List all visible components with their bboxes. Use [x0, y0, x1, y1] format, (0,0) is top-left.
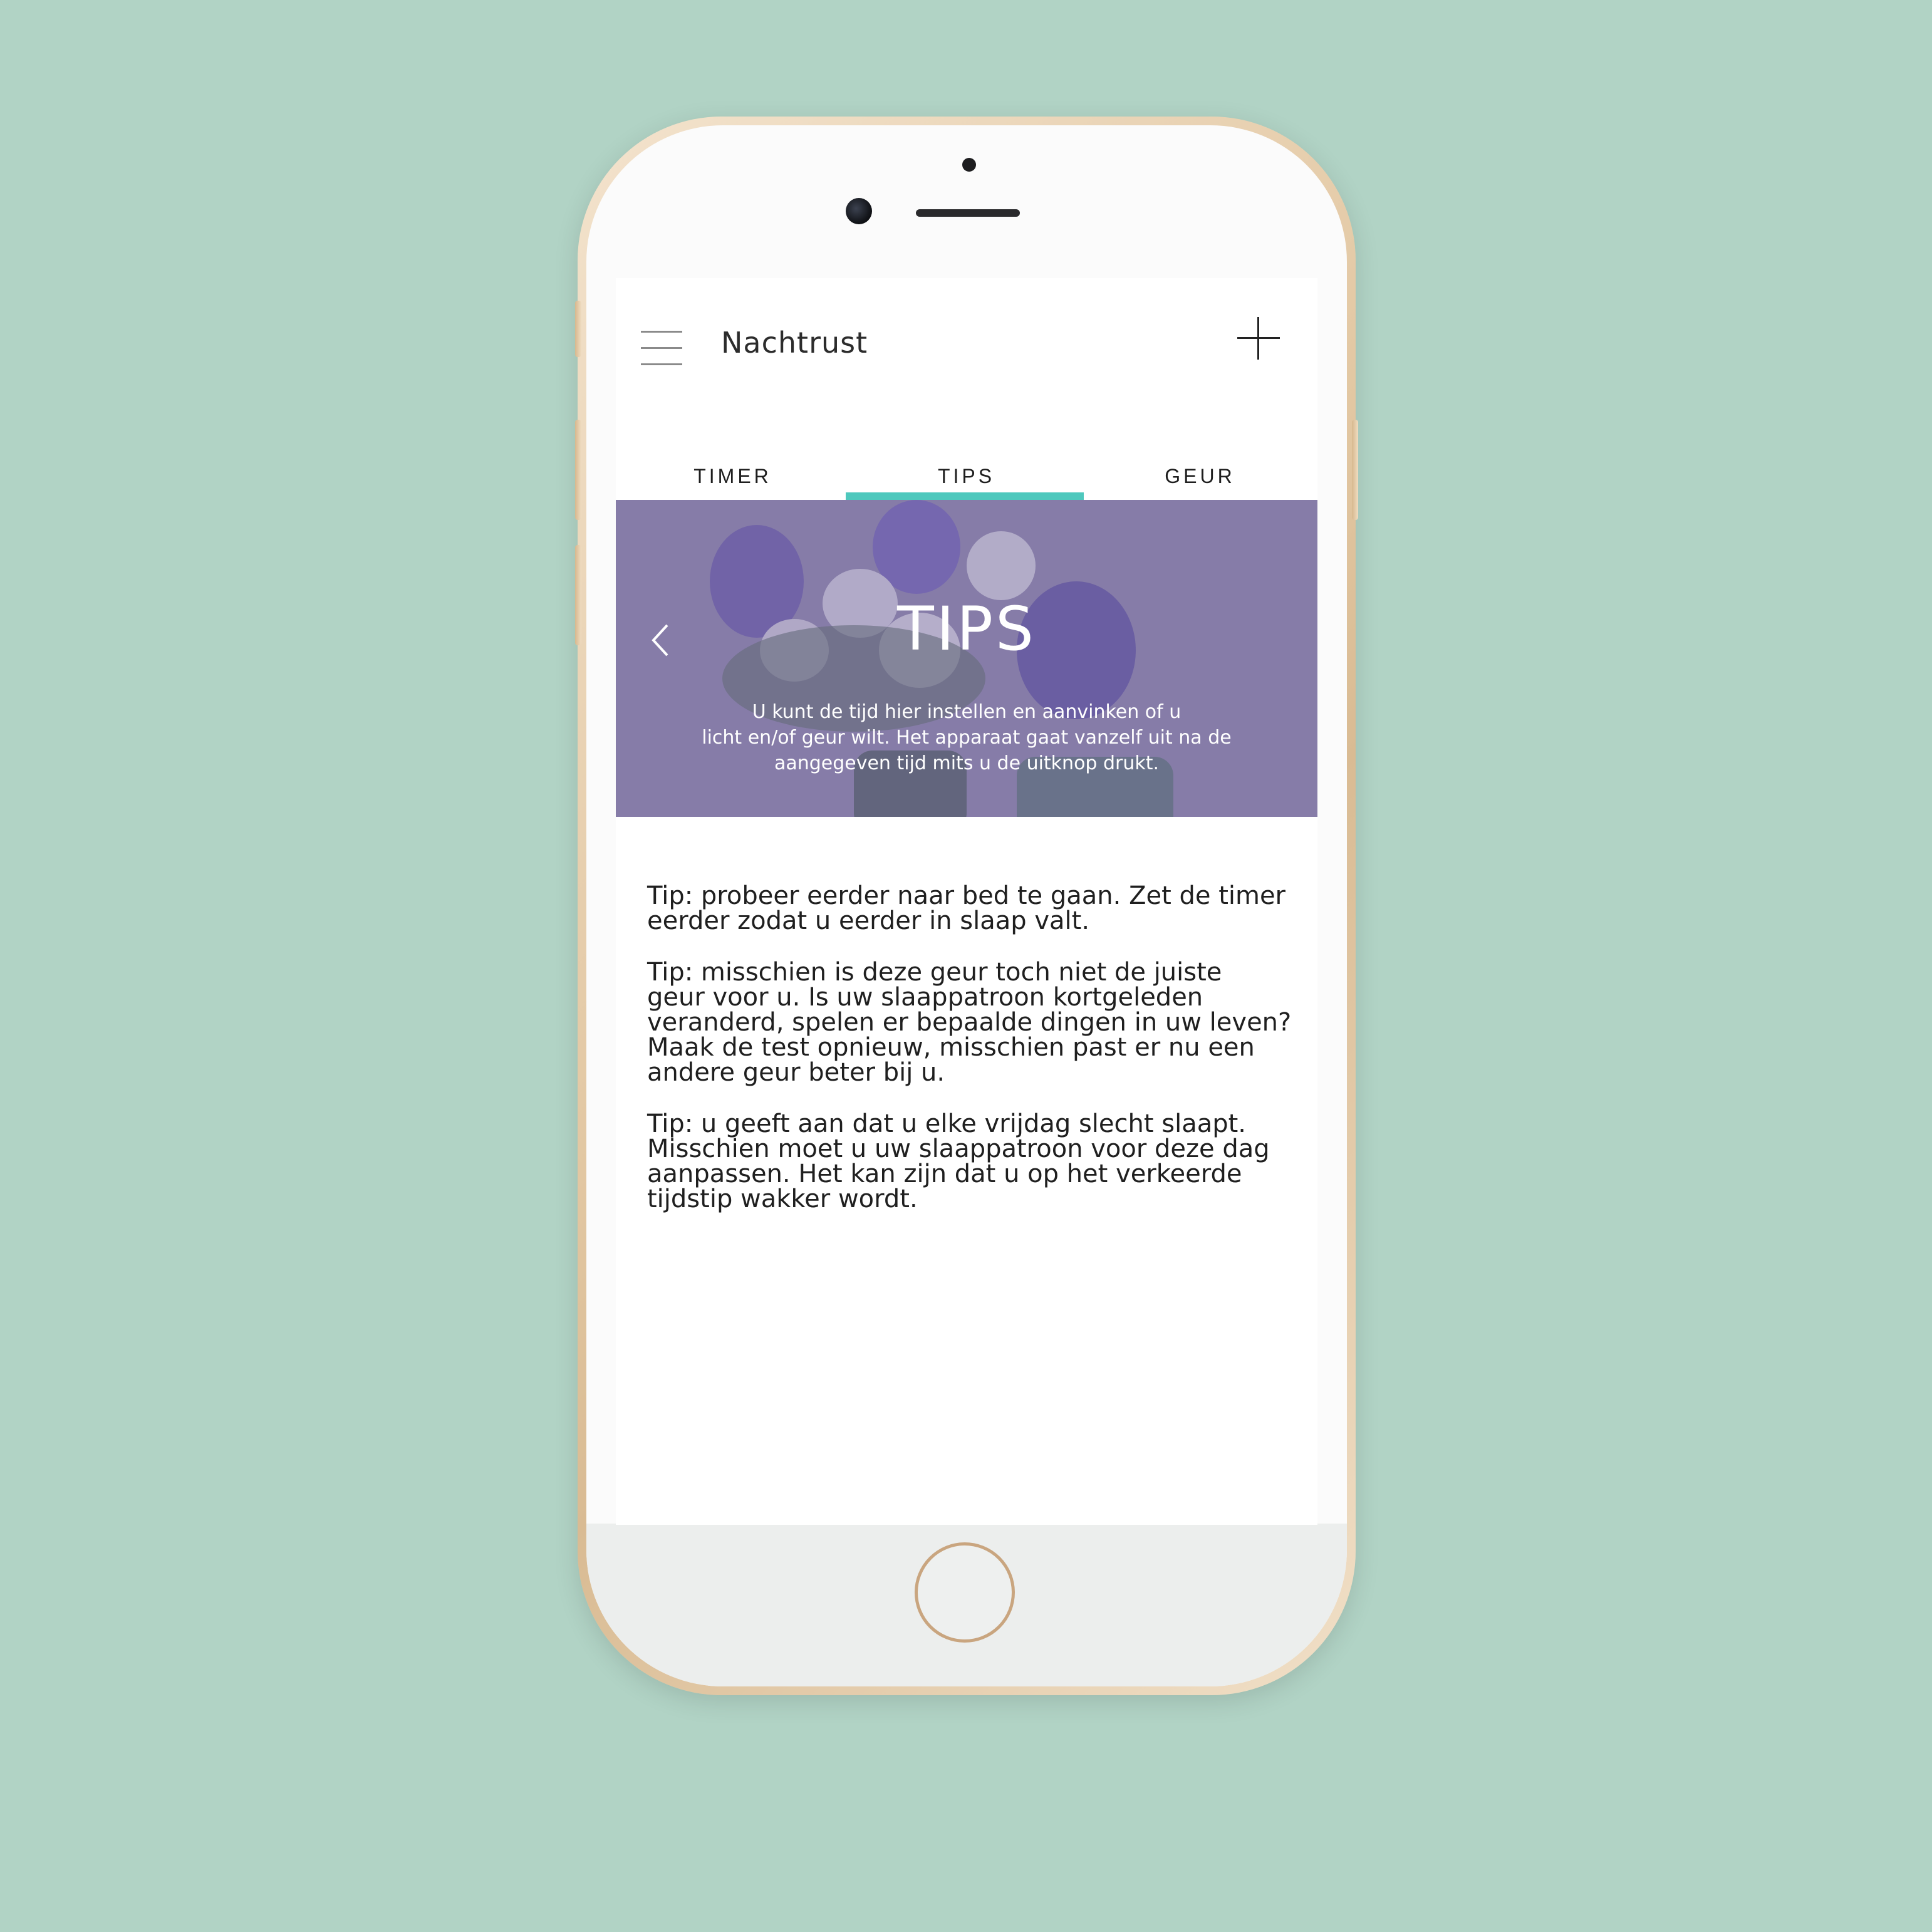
- hero-banner: TIPS U kunt de tijd hier instellen en aa…: [616, 500, 1317, 817]
- active-tab-indicator: [846, 492, 1084, 500]
- hero-description: U kunt de tijd hier instellen en aanvink…: [702, 701, 1232, 774]
- hamburger-menu-icon[interactable]: [641, 331, 682, 366]
- app-screen: Nachtrust TIMER TIPS GEUR TIPS U kunt de…: [616, 278, 1317, 1525]
- proximity-sensor: [962, 158, 976, 172]
- volume-up-button: [575, 420, 581, 520]
- app-title: Nachtrust: [721, 326, 868, 360]
- tip-item: Tip: probeer eerder naar bed te gaan. Ze…: [647, 881, 1286, 935]
- volume-down-button: [575, 545, 581, 645]
- hero-title: TIPS: [897, 594, 1036, 664]
- tip-item: Tip: misschien is deze geur toch niet de…: [647, 958, 1292, 1087]
- mute-switch: [575, 301, 581, 357]
- earpiece-speaker: [916, 209, 1020, 217]
- tip-item: Tip: u geeft aan dat u elke vrijdag slec…: [647, 1109, 1270, 1213]
- app-header: Nachtrust: [616, 278, 1317, 428]
- power-button: [1352, 420, 1358, 520]
- tips-list: Tip: probeer eerder naar bed te gaan. Ze…: [647, 883, 1299, 1238]
- front-camera: [846, 198, 872, 224]
- tab-geur[interactable]: GEUR: [1083, 454, 1317, 504]
- tab-timer[interactable]: TIMER: [616, 454, 849, 504]
- plus-icon[interactable]: [1237, 317, 1280, 360]
- home-button[interactable]: [915, 1542, 1015, 1643]
